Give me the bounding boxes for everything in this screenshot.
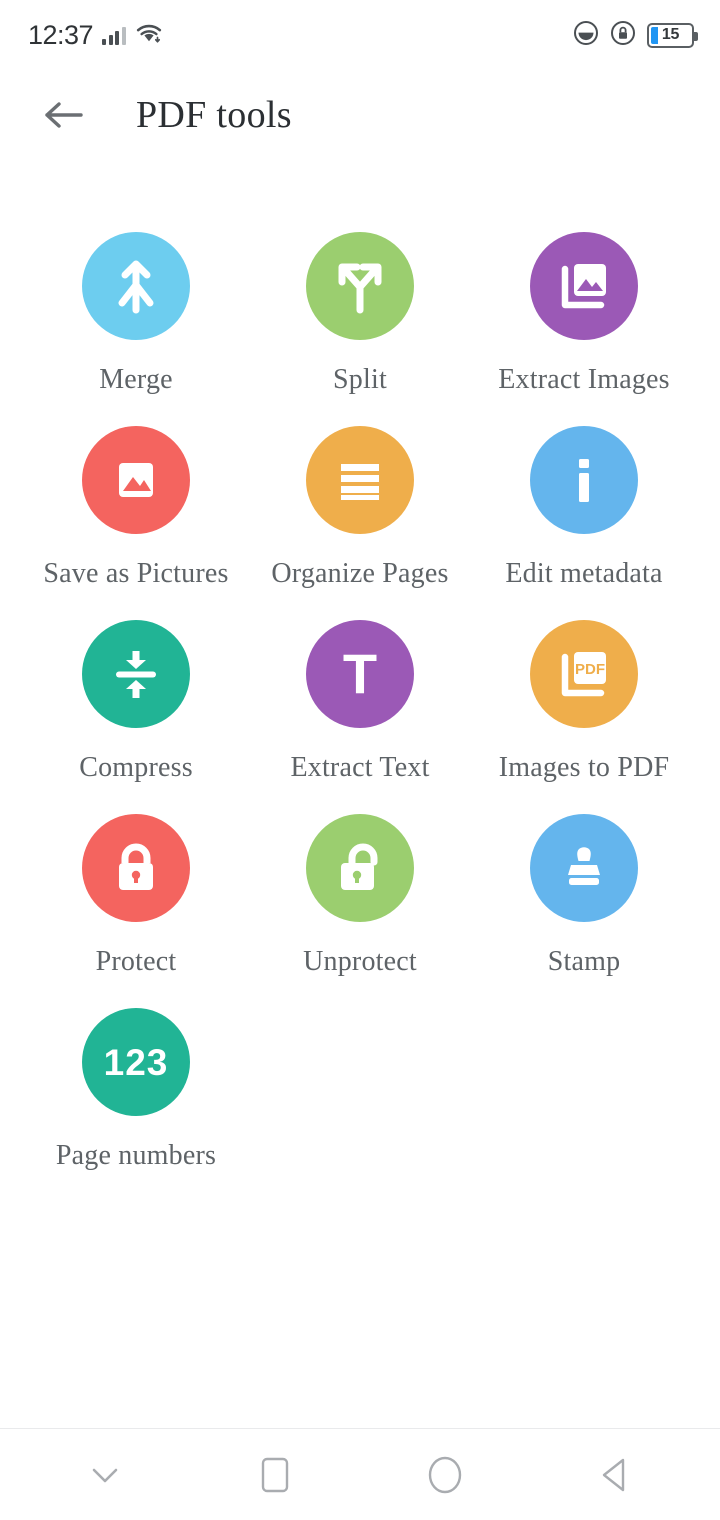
cellular-signal-icon bbox=[102, 26, 126, 45]
letter-t-icon: T bbox=[306, 620, 414, 728]
tool-protect[interactable]: Protect bbox=[24, 814, 248, 1008]
status-bar-right: 15 bbox=[573, 20, 694, 51]
tool-images-to-pdf[interactable]: PDF Images to PDF bbox=[472, 620, 696, 814]
svg-text:PDF: PDF bbox=[575, 661, 605, 678]
pdf-pages-icon: PDF bbox=[530, 620, 638, 728]
tool-label: Unprotect bbox=[303, 946, 417, 978]
tool-merge[interactable]: Merge bbox=[24, 232, 248, 426]
tool-stamp[interactable]: Stamp bbox=[472, 814, 696, 1008]
status-bar: 12:37 bbox=[0, 0, 720, 70]
number-123-icon: 123 bbox=[82, 1008, 190, 1116]
phone-screen: 12:37 bbox=[0, 0, 720, 1520]
tool-unprotect[interactable]: Unprotect bbox=[248, 814, 472, 1008]
tool-label: Stamp bbox=[548, 946, 621, 978]
app-bar: PDF tools bbox=[0, 70, 720, 160]
recents-square-icon[interactable] bbox=[233, 1433, 317, 1517]
tool-extract-images[interactable]: Extract Images bbox=[472, 232, 696, 426]
battery-icon: 15 bbox=[647, 23, 694, 48]
back-triangle-icon[interactable] bbox=[573, 1433, 657, 1517]
tool-page-numbers[interactable]: 123 Page numbers bbox=[24, 1008, 248, 1202]
status-bar-left: 12:37 bbox=[28, 20, 163, 51]
extract-images-icon bbox=[530, 232, 638, 340]
tool-organize-pages[interactable]: Organize Pages bbox=[248, 426, 472, 620]
open-padlock-icon bbox=[306, 814, 414, 922]
info-icon bbox=[530, 426, 638, 534]
closed-padlock-icon bbox=[82, 814, 190, 922]
tool-compress[interactable]: Compress bbox=[24, 620, 248, 814]
do-not-disturb-icon bbox=[573, 20, 599, 51]
tool-extract-text[interactable]: T Extract Text bbox=[248, 620, 472, 814]
compress-arrows-icon bbox=[82, 620, 190, 728]
home-circle-icon[interactable] bbox=[403, 1433, 487, 1517]
stacked-lines-icon bbox=[306, 426, 414, 534]
tool-label: Extract Text bbox=[290, 752, 429, 784]
letter-t-glyph: T bbox=[343, 646, 377, 702]
tool-save-as-pictures[interactable]: Save as Pictures bbox=[24, 426, 248, 620]
number-123-glyph: 123 bbox=[104, 1044, 169, 1081]
battery-level-text: 15 bbox=[649, 26, 692, 44]
tool-label: Compress bbox=[79, 752, 193, 784]
merge-arrows-icon bbox=[82, 232, 190, 340]
split-arrows-icon bbox=[306, 232, 414, 340]
tool-label: Save as Pictures bbox=[43, 558, 228, 590]
tool-label: Merge bbox=[99, 364, 173, 396]
tool-edit-metadata[interactable]: Edit metadata bbox=[472, 426, 696, 620]
picture-frame-icon bbox=[82, 426, 190, 534]
rubber-stamp-icon bbox=[530, 814, 638, 922]
tool-label: Protect bbox=[96, 946, 177, 978]
status-time: 12:37 bbox=[28, 20, 93, 51]
page-title: PDF tools bbox=[136, 93, 292, 137]
tool-label: Edit metadata bbox=[505, 558, 662, 590]
tool-label: Extract Images bbox=[498, 364, 670, 396]
tool-label: Organize Pages bbox=[271, 558, 448, 590]
tools-grid: Merge Split bbox=[0, 160, 720, 1428]
back-arrow-icon[interactable] bbox=[36, 88, 90, 142]
tool-label: Split bbox=[333, 364, 387, 396]
wifi-icon bbox=[135, 22, 163, 49]
tool-label: Images to PDF bbox=[499, 752, 670, 784]
rotation-lock-icon bbox=[610, 20, 636, 51]
tool-label: Page numbers bbox=[56, 1140, 216, 1172]
system-navigation-bar bbox=[0, 1428, 720, 1520]
chevron-down-icon[interactable] bbox=[63, 1433, 147, 1517]
tool-split[interactable]: Split bbox=[248, 232, 472, 426]
